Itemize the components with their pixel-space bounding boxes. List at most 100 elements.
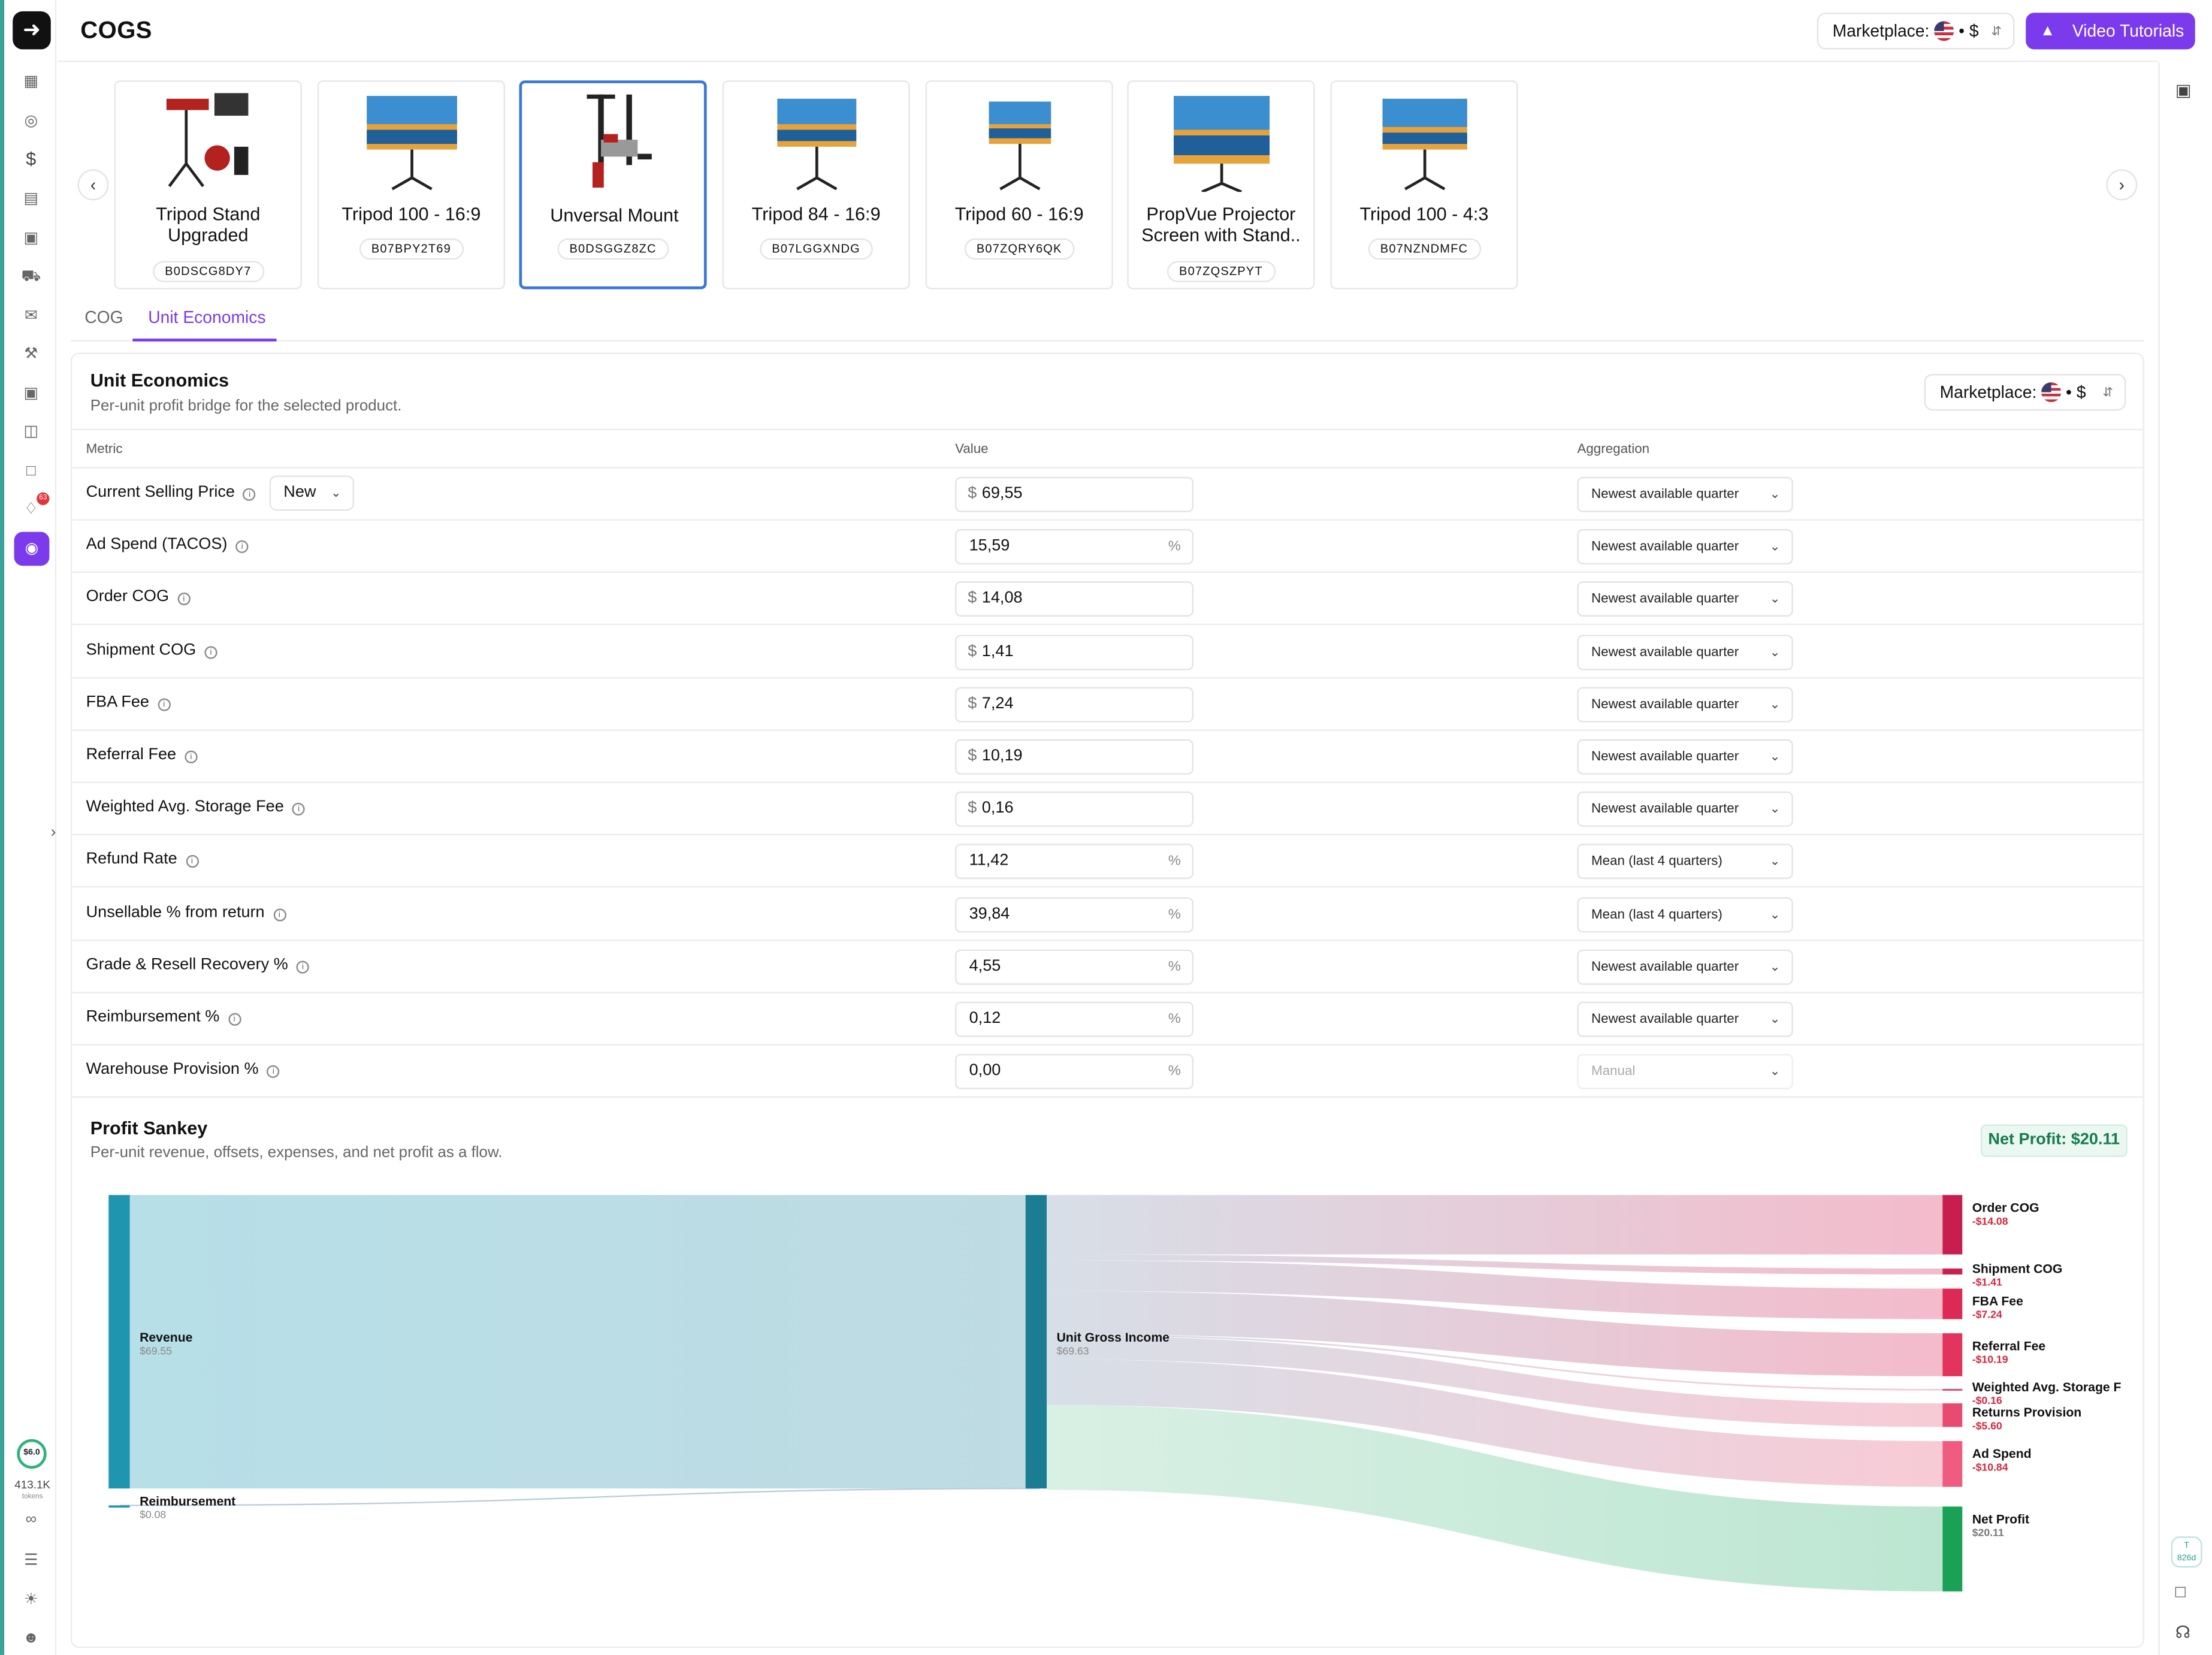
condition-select[interactable]: New ⌄ bbox=[269, 475, 355, 511]
metric-label: Reimbursement % i bbox=[86, 1009, 241, 1026]
metric-value-input[interactable]: $69,55 bbox=[955, 476, 1193, 512]
sun-icon[interactable]: ☀ bbox=[19, 1587, 44, 1612]
metric-row: Order COG i $14,08 Newest available quarter… bbox=[72, 573, 2143, 626]
marketplace-dot: • bbox=[2066, 382, 2072, 403]
aggregation-select[interactable]: Newest available quarter ⌄ bbox=[1577, 792, 1793, 828]
message-icon[interactable]: □ bbox=[2175, 1582, 2186, 1602]
metric-label: Unsellable % from return i bbox=[86, 904, 286, 921]
aggregation-select[interactable]: Manual ⌄ bbox=[1577, 1054, 1793, 1090]
metric-value-input[interactable]: 39,84% bbox=[955, 896, 1193, 932]
metric-row: Referral Fee i $10,19 Newest available quar… bbox=[72, 731, 2143, 783]
video-tutorials-button[interactable]: ▲ Video Tutorials bbox=[2026, 13, 2195, 50]
metric-value-input[interactable]: $10,19 bbox=[955, 739, 1193, 775]
aggregation-select[interactable]: Newest available quarter ⌄ bbox=[1577, 739, 1793, 775]
info-icon[interactable]: i bbox=[235, 540, 249, 554]
product-sku-badge: B07ZQRY6QK bbox=[963, 238, 1075, 260]
panel-marketplace-select[interactable]: Marketplace: • $ ⇵ bbox=[1924, 373, 2126, 411]
info-icon[interactable]: i bbox=[204, 645, 217, 659]
info-icon[interactable]: i bbox=[185, 855, 199, 868]
chat-icon[interactable]: □ bbox=[19, 458, 44, 484]
aggregation-select[interactable]: Mean (last 4 quarters) ⌄ bbox=[1577, 896, 1793, 932]
aggregation-select[interactable]: Newest available quarter ⌄ bbox=[1577, 1001, 1793, 1037]
headset-icon[interactable]: ☊ bbox=[2175, 1623, 2190, 1642]
info-icon[interactable]: i bbox=[267, 1065, 280, 1079]
info-icon[interactable]: i bbox=[185, 750, 198, 763]
metric-value-input[interactable]: $14,08 bbox=[955, 582, 1193, 617]
product-card-selected[interactable]: Unversal Mount B0DSGGZ8ZC bbox=[519, 80, 707, 289]
building-icon[interactable]: ▤ bbox=[19, 186, 44, 212]
marketplace-select[interactable]: Marketplace: • $ ⇵ bbox=[1817, 13, 2015, 50]
truck-icon[interactable]: ⛟ bbox=[19, 264, 44, 289]
aggregation-select[interactable]: Mean (last 4 quarters) ⌄ bbox=[1577, 844, 1793, 880]
unit-economics-title: Unit Economics bbox=[90, 369, 229, 391]
metric-row: Shipment COG i $1,41 Newest available quart… bbox=[72, 626, 2143, 678]
chevron-down-icon: ⌄ bbox=[1769, 591, 1781, 606]
value-text: 0,00 bbox=[969, 1062, 1001, 1080]
metric-value-input[interactable]: 11,42% bbox=[955, 844, 1193, 880]
value-prefix: $ bbox=[968, 800, 977, 817]
tab-cog[interactable]: COG bbox=[84, 307, 123, 327]
value-prefix: $ bbox=[968, 590, 977, 608]
product-card[interactable]: Tripod Stand Upgraded B0DSCG8DY7 bbox=[114, 80, 302, 289]
metric-row: Warehouse Provision % i 0,00% Manual ⌄ bbox=[72, 1046, 2143, 1098]
metric-value-input[interactable]: $7,24 bbox=[955, 687, 1193, 723]
metric-value-input[interactable]: 0,00% bbox=[955, 1054, 1193, 1090]
info-icon[interactable]: i bbox=[158, 698, 171, 711]
piggy-bank-icon[interactable]: ◉ bbox=[14, 531, 50, 566]
bot-icon[interactable]: ▣ bbox=[2175, 80, 2192, 100]
dashboard-icon[interactable]: ▦ bbox=[19, 69, 44, 94]
product-card[interactable]: PropVue Projector Screen with Stand.. B0… bbox=[1127, 80, 1315, 289]
metric-row: Refund Rate i 11,42% Mean (last 4 quarters)… bbox=[72, 836, 2143, 888]
info-icon[interactable]: i bbox=[243, 488, 256, 501]
metric-name: Shipment COG bbox=[86, 641, 197, 659]
info-icon[interactable]: i bbox=[273, 908, 286, 921]
user-icon[interactable]: ☻ bbox=[19, 1625, 44, 1650]
aggregation-select[interactable]: Newest available quarter ⌄ bbox=[1577, 476, 1793, 512]
expand-sidebar-icon[interactable]: › bbox=[51, 824, 56, 841]
carousel-next-button[interactable]: › bbox=[2106, 169, 2138, 201]
info-icon[interactable]: i bbox=[228, 1013, 241, 1026]
trial-badge[interactable]: T 826d bbox=[2171, 1536, 2202, 1568]
metric-value-input[interactable]: 15,59% bbox=[955, 529, 1193, 565]
token-balance-ring[interactable]: $6.0 bbox=[17, 1439, 47, 1469]
chevron-down-icon: ⌄ bbox=[1769, 1064, 1781, 1079]
product-card[interactable]: Tripod 84 - 16:9 B07LGGXNDG bbox=[722, 80, 910, 289]
megaphone-icon[interactable]: ✉ bbox=[19, 303, 44, 328]
sankey-output-label: Weighted Avg. Storage F bbox=[1972, 1381, 2122, 1394]
aggregation-select[interactable]: Newest available quarter ⌄ bbox=[1577, 582, 1793, 617]
value-text: 1,41 bbox=[981, 642, 1014, 660]
aggregation-select[interactable]: Newest available quarter ⌄ bbox=[1577, 949, 1793, 985]
sankey-output-label: Order COG bbox=[1972, 1201, 2039, 1215]
info-icon[interactable]: i bbox=[292, 803, 306, 816]
tools-icon[interactable]: ⚒ bbox=[19, 342, 44, 367]
sliders-icon[interactable]: ☰ bbox=[19, 1548, 44, 1573]
box-icon[interactable]: ▣ bbox=[19, 226, 44, 251]
product-card[interactable]: Tripod 60 - 16:9 B07ZQRY6QK bbox=[925, 80, 1113, 289]
aggregation-select[interactable]: Newest available quarter ⌄ bbox=[1577, 634, 1793, 670]
dollar-icon[interactable]: $ bbox=[19, 147, 44, 172]
value-text: 10,19 bbox=[981, 747, 1023, 765]
product-image-mount bbox=[587, 94, 652, 188]
metric-value-input[interactable]: 4,55% bbox=[955, 949, 1193, 985]
value-text: 7,24 bbox=[981, 695, 1014, 712]
info-icon[interactable]: i bbox=[296, 961, 310, 974]
graduation-cap-icon: ▲ bbox=[2039, 22, 2056, 40]
aggregation-select[interactable]: Newest available quarter ⌄ bbox=[1577, 687, 1793, 723]
book-icon[interactable]: ◫ bbox=[19, 419, 44, 444]
metric-value-input[interactable]: $0,16 bbox=[955, 792, 1193, 828]
target-icon[interactable]: ◎ bbox=[19, 108, 44, 134]
product-card[interactable]: Tripod 100 - 4:3 B07NZNDMFC bbox=[1330, 80, 1518, 289]
infinity-icon[interactable]: ∞ bbox=[19, 1507, 44, 1532]
aggregation-value: Mean (last 4 quarters) bbox=[1591, 854, 1723, 870]
product-card[interactable]: Tripod 100 - 16:9 B07BPY2T69 bbox=[317, 80, 505, 289]
bot-icon[interactable]: ▣ bbox=[19, 381, 44, 406]
info-icon[interactable]: i bbox=[177, 593, 191, 606]
tab-unit-economics[interactable]: Unit Economics bbox=[148, 307, 265, 327]
app-logo-icon[interactable]: ➜ bbox=[13, 11, 51, 50]
carousel-prev-button[interactable]: ‹ bbox=[77, 169, 109, 201]
metric-value-input[interactable]: 0,12% bbox=[955, 1001, 1193, 1037]
metric-name: Order COG bbox=[86, 588, 170, 606]
metric-value-input[interactable]: $1,41 bbox=[955, 634, 1193, 670]
chevron-down-icon: ⌄ bbox=[1769, 696, 1781, 711]
aggregation-select[interactable]: Newest available quarter ⌄ bbox=[1577, 529, 1793, 565]
